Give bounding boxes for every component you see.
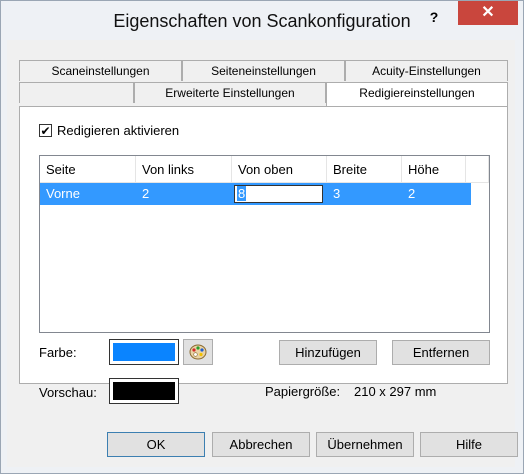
cell-hoehe[interactable]: 2 — [402, 183, 466, 205]
tab-acuity-einstellungen[interactable]: Acuity-Einstellungen — [345, 60, 508, 81]
cell-von-oben-editor[interactable]: 8 — [234, 185, 323, 203]
col-header-von-links[interactable]: Von links — [136, 156, 232, 183]
col-header-seite[interactable]: Seite — [40, 156, 136, 183]
tab-seiteneinstellungen[interactable]: Seiteneinstellungen — [182, 60, 345, 81]
cell-breite[interactable]: 3 — [327, 183, 402, 205]
title-bar: Eigenschaften von Scankonfiguration ? ✕ — [1, 1, 523, 39]
preview-swatch-fill — [113, 382, 175, 400]
tab-redigiereinstellungen[interactable]: Redigiereinstellungen — [326, 82, 508, 106]
cancel-button[interactable]: Abbrechen — [212, 432, 310, 457]
palette-button[interactable] — [183, 339, 213, 365]
col-header-hoehe[interactable]: Höhe — [402, 156, 466, 183]
dialog-title: Eigenschaften von Scankonfiguration — [113, 11, 411, 31]
color-swatch[interactable] — [109, 339, 179, 365]
color-swatch-fill — [113, 343, 175, 361]
paper-size-label: Papiergröße: — [265, 384, 341, 399]
remove-button[interactable]: Entfernen — [392, 340, 490, 365]
add-button[interactable]: Hinzufügen — [279, 340, 377, 365]
enable-redaction-checkbox[interactable]: ✔ — [39, 124, 52, 137]
color-label: Farbe: — [39, 345, 77, 360]
cell-von-oben-value: 8 — [237, 186, 247, 201]
col-header-filler — [466, 156, 489, 183]
checkmark-icon: ✔ — [40, 124, 51, 138]
enable-redaction-row[interactable]: ✔ Redigieren aktivieren — [39, 123, 179, 138]
table-row[interactable]: Vorne 2 8 3 2 — [40, 183, 471, 205]
paper-size-value: 210 x 297 mm — [354, 384, 437, 399]
table-header: Seite Von links Von oben Breite Höhe — [40, 156, 489, 183]
tab-scaneinstellungen[interactable]: Scaneinstellungen — [19, 60, 182, 81]
cell-seite[interactable]: Vorne — [40, 183, 136, 205]
preview-swatch — [109, 378, 179, 404]
apply-button[interactable]: Übernehmen — [316, 432, 414, 457]
col-header-breite[interactable]: Breite — [327, 156, 402, 183]
palette-icon — [189, 344, 207, 360]
redaction-table[interactable]: Seite Von links Von oben Breite Höhe Vor… — [39, 155, 490, 333]
enable-redaction-label: Redigieren aktivieren — [57, 123, 180, 138]
cell-von-links[interactable]: 2 — [136, 183, 232, 205]
tab-empty[interactable] — [19, 82, 134, 103]
help-button[interactable]: Hilfe — [420, 432, 518, 457]
preview-label: Vorschau: — [39, 385, 97, 400]
col-header-von-oben[interactable]: Von oben — [232, 156, 327, 183]
cell-von-oben-wrap: 8 — [232, 183, 327, 205]
close-button[interactable]: ✕ — [458, 1, 518, 25]
help-icon[interactable]: ? — [424, 7, 444, 27]
ok-button[interactable]: OK — [107, 432, 205, 457]
tab-erweiterte-einstellungen[interactable]: Erweiterte Einstellungen — [134, 82, 326, 103]
